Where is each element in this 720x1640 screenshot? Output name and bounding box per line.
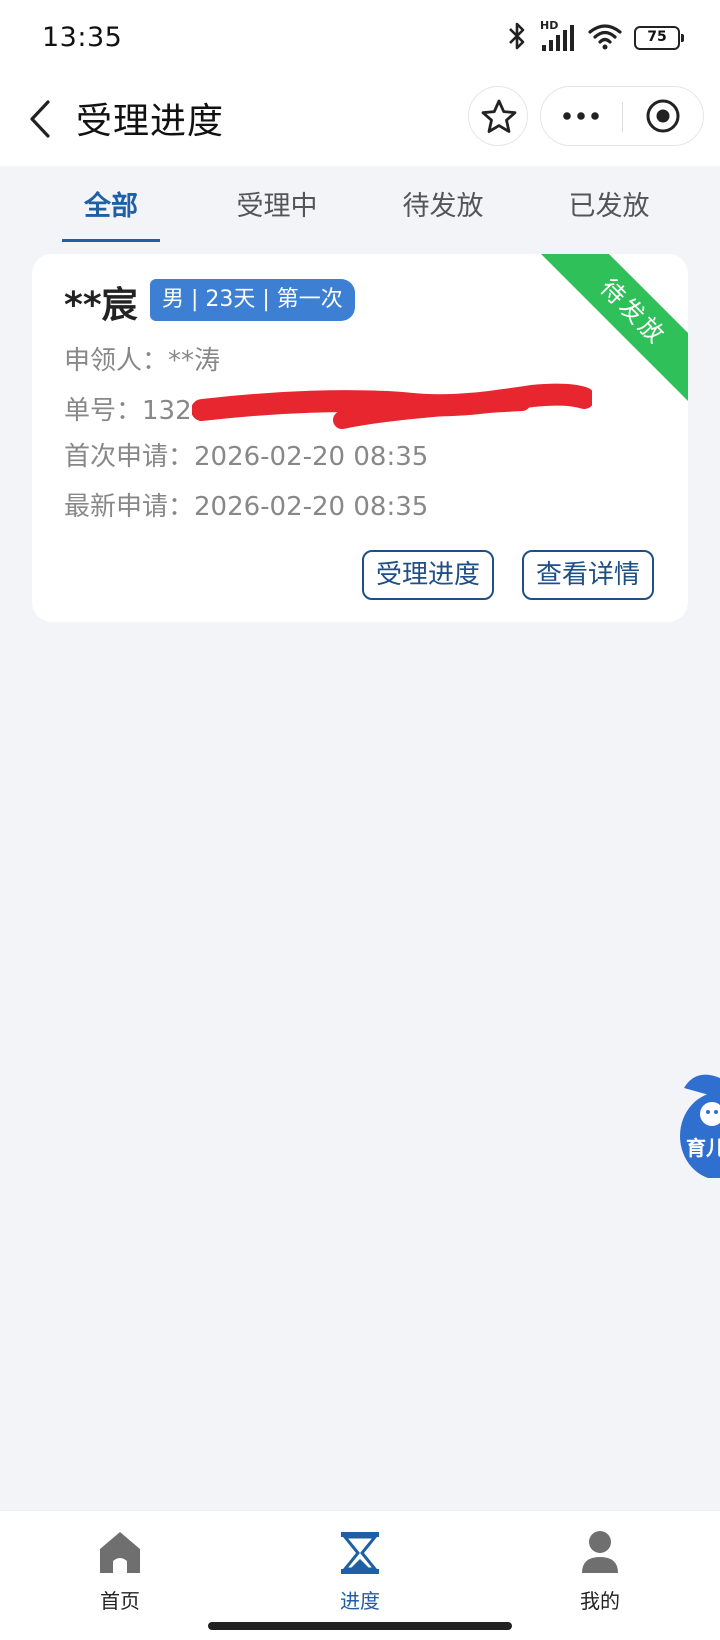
redaction-scribble	[192, 383, 592, 429]
tab-pending-issue[interactable]: 待发放	[360, 184, 526, 223]
tabbar-label-mine: 我的	[580, 1589, 620, 1613]
first-apply-field: 首次申请：2026-02-20 08:35	[64, 442, 429, 472]
more-dots-icon	[563, 112, 599, 120]
status-icons: HD 75	[506, 19, 684, 55]
float-badge-label: 育儿	[686, 1136, 720, 1160]
status-time: 13:35	[42, 22, 123, 53]
favorite-button[interactable]	[468, 86, 528, 146]
page-title: 受理进度	[76, 101, 225, 142]
parenting-float-badge[interactable]: 育儿	[676, 1068, 720, 1178]
tabbar-item-mine[interactable]: 我的	[540, 1525, 660, 1615]
back-button[interactable]	[22, 94, 66, 144]
bluetooth-icon	[506, 21, 528, 55]
progress-button[interactable]: 受理进度	[362, 550, 495, 600]
tab-all[interactable]: 全部	[28, 184, 194, 223]
miniprogram-capsule	[540, 86, 704, 146]
target-circle-icon	[646, 99, 680, 133]
tabbar-item-progress[interactable]: 进度	[300, 1525, 420, 1615]
star-icon	[481, 99, 517, 133]
user-icon	[582, 1531, 618, 1573]
tab-issued[interactable]: 已发放	[526, 184, 692, 223]
home-icon	[100, 1532, 140, 1573]
detail-button[interactable]: 查看详情	[522, 550, 655, 600]
chevron-left-icon	[30, 100, 50, 138]
active-tab-indicator	[62, 239, 160, 242]
mascot-icon	[680, 1074, 720, 1178]
child-name: **宸	[64, 285, 138, 326]
application-card[interactable]: **宸 男 | 23天 | 第一次 待发放 申领人：**涛 单号：132 首次申…	[32, 254, 688, 622]
more-button[interactable]	[541, 87, 621, 145]
home-indicator[interactable]	[208, 1622, 512, 1630]
child-info-tag: 男 | 23天 | 第一次	[150, 279, 355, 321]
latest-apply-field: 最新申请：2026-02-20 08:35	[64, 492, 429, 522]
status-bar: 13:35 HD 75	[0, 0, 720, 78]
tabbar-label-progress: 进度	[340, 1589, 380, 1613]
close-miniprogram-button[interactable]	[623, 87, 703, 145]
applicant-field: 申领人：**涛	[64, 346, 221, 376]
wifi-icon	[588, 22, 622, 54]
tabbar-item-home[interactable]: 首页	[60, 1525, 180, 1615]
status-tabs: 全部 受理中 待发放 已发放	[0, 166, 720, 246]
signal-icon: HD	[540, 19, 576, 53]
tab-processing[interactable]: 受理中	[194, 184, 360, 223]
nav-bar: 受理进度	[0, 78, 720, 166]
order-number-field: 单号：132	[64, 396, 192, 426]
bottom-tab-bar: 首页 进度 我的	[0, 1510, 720, 1640]
tabbar-label-home: 首页	[100, 1589, 140, 1613]
battery-indicator: 75	[634, 26, 684, 50]
hourglass-icon	[341, 1532, 379, 1574]
